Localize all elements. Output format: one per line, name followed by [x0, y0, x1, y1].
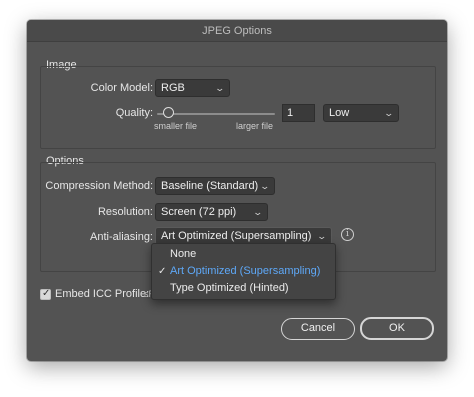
compression-label: Compression Method: [45, 180, 153, 192]
menu-item-none[interactable]: None [152, 246, 335, 263]
menu-item-label: Type Optimized (Hinted) [170, 282, 289, 294]
embed-icc-checkbox[interactable]: ✓ [40, 288, 51, 300]
chevron-down-icon: ⌄ [259, 181, 271, 191]
compression-value: Baseline (Standard) [161, 180, 259, 192]
quality-input[interactable]: 1 [282, 104, 315, 122]
menu-item-label: Art Optimized (Supersampling) [170, 265, 321, 277]
color-model-label: Color Model: [90, 82, 153, 94]
resolution-value: Screen (72 ppi) [161, 206, 237, 218]
cancel-button[interactable]: Cancel [281, 318, 355, 340]
color-model-value: RGB [161, 82, 185, 94]
resolution-label: Resolution: [97, 206, 153, 218]
chevron-down-icon: ⌄ [316, 231, 328, 241]
info-icon[interactable]: i [341, 228, 354, 241]
jpeg-options-dialog: JPEG Options Image Color Model: RGB ⌄ Qu… [27, 20, 447, 361]
quality-label: Quality: [115, 107, 153, 119]
antialiasing-value: Art Optimized (Supersampling) [161, 230, 312, 242]
checkmark-icon: ✓ [158, 266, 167, 277]
menu-item-art-optimized[interactable]: ✓ Art Optimized (Supersampling) [152, 263, 335, 280]
checkmark-icon: ✓ [42, 288, 51, 299]
quality-preset-dropdown[interactable]: Low ⌄ [323, 104, 399, 122]
chevron-down-icon: ⌄ [383, 108, 395, 118]
quality-preset-value: Low [329, 107, 350, 119]
menu-item-label: None [170, 248, 197, 260]
antialiasing-label: Anti-aliasing: [90, 231, 153, 243]
color-model-dropdown[interactable]: RGB ⌄ [155, 79, 230, 97]
menu-item-type-optimized[interactable]: Type Optimized (Hinted) [152, 280, 335, 297]
window-title: JPEG Options [27, 20, 447, 42]
resolution-dropdown[interactable]: Screen (72 ppi) ⌄ [155, 203, 268, 221]
slider-min-label: smaller file [154, 121, 198, 131]
ok-button[interactable]: OK [360, 317, 434, 340]
compression-dropdown[interactable]: Baseline (Standard) ⌄ [155, 177, 275, 195]
embed-icc-label: Embed ICC Profile: [55, 288, 150, 300]
chevron-down-icon: ⌄ [214, 83, 226, 93]
quality-slider-track[interactable] [157, 113, 275, 115]
slider-max-label: larger file [236, 121, 274, 131]
antialiasing-menu: None ✓ Art Optimized (Supersampling) Typ… [151, 243, 336, 300]
chevron-down-icon: ⌄ [252, 207, 264, 217]
